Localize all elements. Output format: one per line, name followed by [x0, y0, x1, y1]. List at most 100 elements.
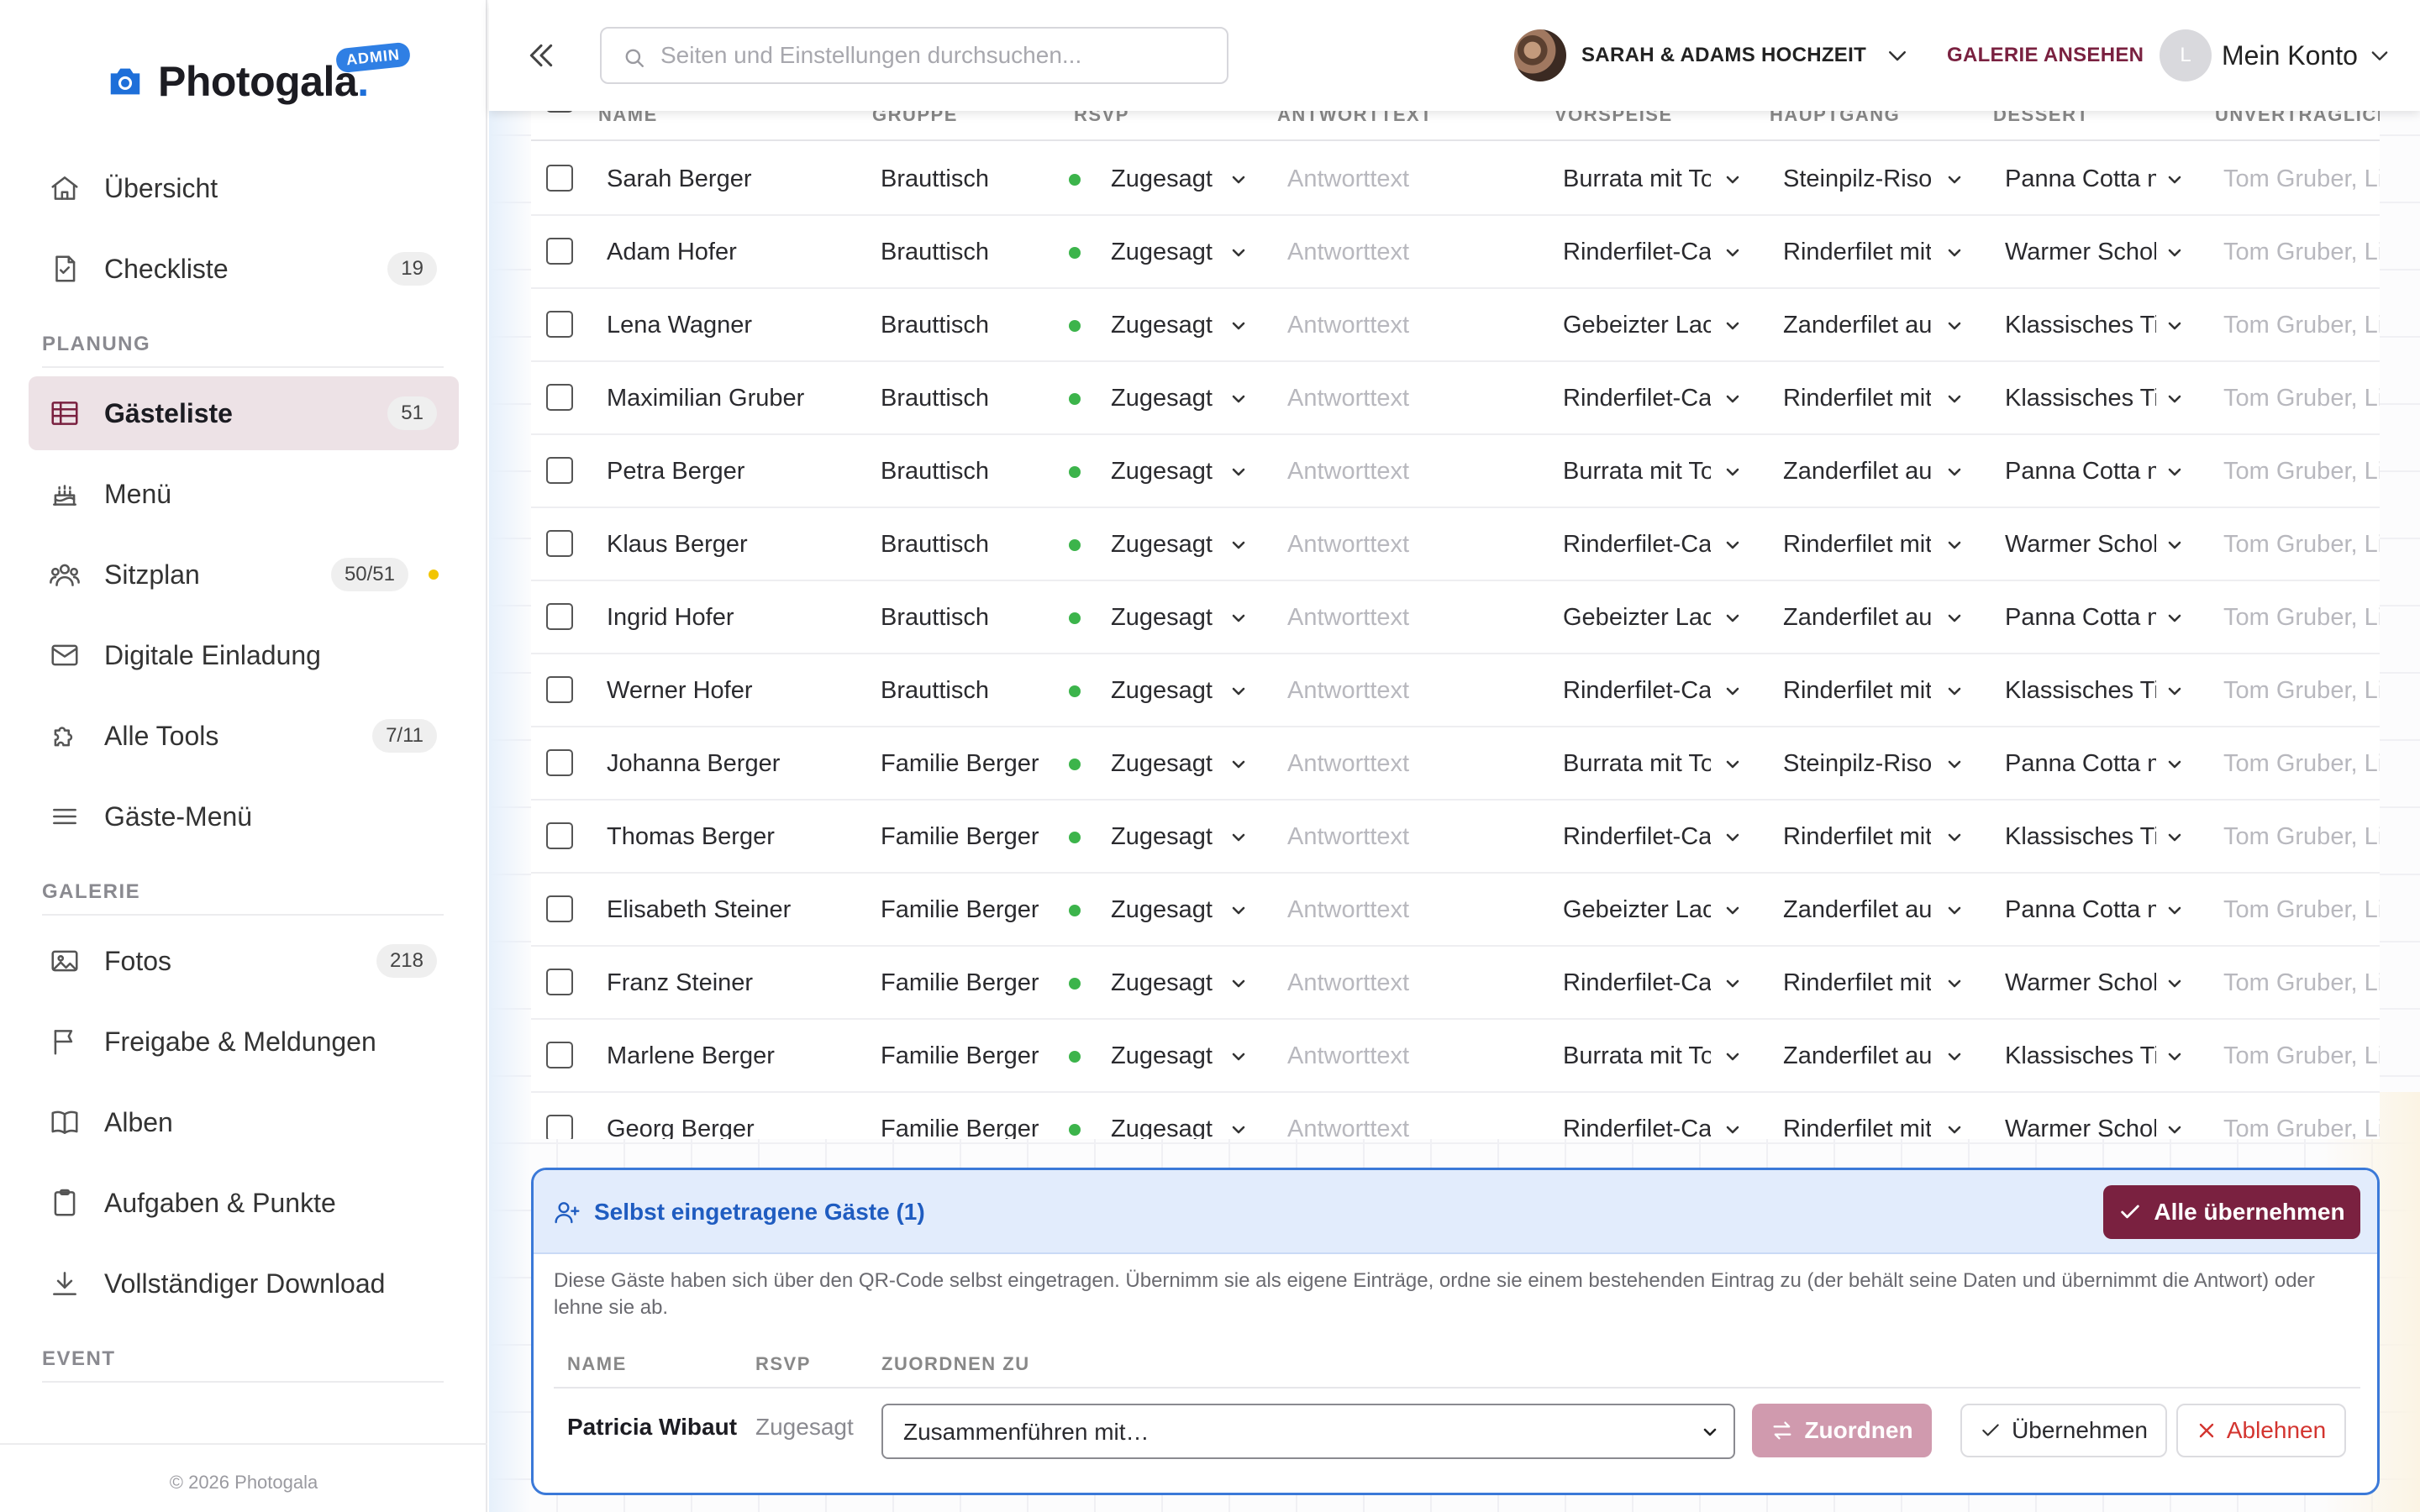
- answer-text-input[interactable]: Antworttext: [1287, 143, 1523, 216]
- intolerances-cell[interactable]: Tom Gruber, Lis: [2223, 874, 2380, 947]
- dessert-select[interactable]: Klassisches Ti: [2005, 654, 2156, 727]
- table-row[interactable]: Klaus Berger Brauttisch Zugesagt Antworttex…: [531, 508, 2380, 581]
- merge-with-select[interactable]: Zusammenführen mit…: [881, 1404, 1735, 1459]
- rsvp-select[interactable]: Zugesagt: [1111, 435, 1220, 508]
- brand-logo[interactable]: Photogala. ADMIN: [106, 41, 412, 106]
- row-checkbox[interactable]: [546, 1115, 573, 1139]
- intolerances-cell[interactable]: Tom Gruber, Lis: [2223, 581, 2380, 654]
- starter-select[interactable]: Rinderfilet-Car: [1563, 1093, 1711, 1139]
- main-course-select[interactable]: Rinderfilet mit: [1783, 362, 1931, 435]
- row-checkbox[interactable]: [546, 457, 573, 484]
- row-checkbox[interactable]: [546, 822, 573, 849]
- answer-text-input[interactable]: Antworttext: [1287, 801, 1523, 874]
- row-checkbox[interactable]: [546, 384, 573, 411]
- starter-select[interactable]: Burrata mit To: [1563, 143, 1711, 216]
- row-checkbox[interactable]: [546, 530, 573, 557]
- reject-guest-button[interactable]: Ablehnen: [2176, 1404, 2346, 1457]
- dessert-select[interactable]: Warmer Schok: [2005, 1093, 2156, 1139]
- table-row[interactable]: Elisabeth Steiner Familie Berger Zugesagt A…: [531, 874, 2380, 947]
- starter-select[interactable]: Gebeizter Lacl: [1563, 874, 1711, 947]
- sidebar-item-übersicht[interactable]: Übersicht: [29, 151, 459, 225]
- main-course-select[interactable]: Rinderfilet mit: [1783, 947, 1931, 1020]
- starter-select[interactable]: Rinderfilet-Car: [1563, 508, 1711, 581]
- main-course-select[interactable]: Zanderfilet aut: [1783, 289, 1931, 362]
- sidebar-item-alle-tools[interactable]: Alle Tools 7/11: [29, 699, 459, 773]
- starter-select[interactable]: Rinderfilet-Car: [1563, 362, 1711, 435]
- table-row[interactable]: Lena Wagner Brauttisch Zugesagt Antworttext…: [531, 289, 2380, 362]
- rsvp-select[interactable]: Zugesagt: [1111, 362, 1220, 435]
- dessert-select[interactable]: Panna Cotta m: [2005, 727, 2156, 801]
- rsvp-select[interactable]: Zugesagt: [1111, 1020, 1220, 1093]
- answer-text-input[interactable]: Antworttext: [1287, 216, 1523, 289]
- table-row[interactable]: Adam Hofer Brauttisch Zugesagt Antworttext R…: [531, 216, 2380, 289]
- dessert-select[interactable]: Panna Cotta m: [2005, 874, 2156, 947]
- answer-text-input[interactable]: Antworttext: [1287, 362, 1523, 435]
- sidebar-item-gäste-menü[interactable]: Gäste-Menü: [29, 780, 459, 853]
- main-course-select[interactable]: Steinpilz-Risot: [1783, 727, 1931, 801]
- event-switcher[interactable]: SARAH & ADAMS HOCHZEIT: [1514, 29, 1910, 82]
- starter-select[interactable]: Rinderfilet-Car: [1563, 654, 1711, 727]
- answer-text-input[interactable]: Antworttext: [1287, 1093, 1523, 1139]
- intolerances-cell[interactable]: Tom Gruber, Lis: [2223, 654, 2380, 727]
- row-checkbox[interactable]: [546, 311, 573, 338]
- table-row[interactable]: Sarah Berger Brauttisch Zugesagt Antworttex…: [531, 143, 2380, 216]
- intolerances-cell[interactable]: Tom Gruber, Lis: [2223, 289, 2380, 362]
- intolerances-cell[interactable]: Tom Gruber, Lis: [2223, 727, 2380, 801]
- main-course-select[interactable]: Zanderfilet aut: [1783, 435, 1931, 508]
- rsvp-select[interactable]: Zugesagt: [1111, 508, 1220, 581]
- starter-select[interactable]: Rinderfilet-Car: [1563, 947, 1711, 1020]
- intolerances-cell[interactable]: Tom Gruber, Lis: [2223, 362, 2380, 435]
- dessert-select[interactable]: Klassisches Ti: [2005, 289, 2156, 362]
- accept-all-button[interactable]: Alle übernehmen: [2103, 1185, 2360, 1239]
- starter-select[interactable]: Gebeizter Lacl: [1563, 581, 1711, 654]
- sidebar-item-freigabe-meldungen[interactable]: Freigabe & Meldungen: [29, 1005, 459, 1079]
- main-course-select[interactable]: Zanderfilet aut: [1783, 1020, 1931, 1093]
- row-checkbox[interactable]: [546, 603, 573, 630]
- dessert-select[interactable]: Klassisches Ti: [2005, 1020, 2156, 1093]
- dessert-select[interactable]: Klassisches Ti: [2005, 801, 2156, 874]
- main-course-select[interactable]: Rinderfilet mit: [1783, 654, 1931, 727]
- starter-select[interactable]: Burrata mit To: [1563, 727, 1711, 801]
- row-checkbox[interactable]: [546, 969, 573, 995]
- intolerances-cell[interactable]: Tom Gruber, Lis: [2223, 143, 2380, 216]
- accept-guest-button[interactable]: Übernehmen: [1960, 1404, 2167, 1457]
- intolerances-cell[interactable]: Tom Gruber, Lis: [2223, 435, 2380, 508]
- dessert-select[interactable]: Panna Cotta m: [2005, 581, 2156, 654]
- search-input[interactable]: [660, 39, 1215, 72]
- account-menu[interactable]: L Mein Konto: [2160, 29, 2391, 82]
- main-course-select[interactable]: Rinderfilet mit: [1783, 801, 1931, 874]
- answer-text-input[interactable]: Antworttext: [1287, 581, 1523, 654]
- main-course-select[interactable]: Rinderfilet mit: [1783, 1093, 1931, 1139]
- intolerances-cell[interactable]: Tom Gruber, Lis: [2223, 216, 2380, 289]
- row-checkbox[interactable]: [546, 895, 573, 922]
- dessert-select[interactable]: Warmer Schok: [2005, 216, 2156, 289]
- dessert-select[interactable]: Panna Cotta m: [2005, 143, 2156, 216]
- rsvp-select[interactable]: Zugesagt: [1111, 289, 1220, 362]
- table-row[interactable]: Marlene Berger Familie Berger Zugesagt Antw…: [531, 1020, 2380, 1093]
- starter-select[interactable]: Rinderfilet-Car: [1563, 801, 1711, 874]
- dessert-select[interactable]: Klassisches Ti: [2005, 362, 2156, 435]
- answer-text-input[interactable]: Antworttext: [1287, 435, 1523, 508]
- starter-select[interactable]: Gebeizter Lacl: [1563, 289, 1711, 362]
- view-gallery-link[interactable]: GALERIE ANSEHEN: [1947, 44, 2144, 67]
- rsvp-select[interactable]: Zugesagt: [1111, 143, 1220, 216]
- intolerances-cell[interactable]: Tom Gruber, Lis: [2223, 947, 2380, 1020]
- answer-text-input[interactable]: Antworttext: [1287, 727, 1523, 801]
- search-field[interactable]: [600, 27, 1228, 84]
- assign-button[interactable]: Zuordnen: [1752, 1404, 1932, 1457]
- sidebar-item-alben[interactable]: Alben: [29, 1085, 459, 1159]
- table-row[interactable]: Werner Hofer Brauttisch Zugesagt Antworttex…: [531, 654, 2380, 727]
- answer-text-input[interactable]: Antworttext: [1287, 1020, 1523, 1093]
- sidebar-item-vollständiger-download[interactable]: Vollständiger Download: [29, 1247, 459, 1320]
- rsvp-select[interactable]: Zugesagt: [1111, 874, 1220, 947]
- answer-text-input[interactable]: Antworttext: [1287, 508, 1523, 581]
- sidebar-item-digitale-einladung[interactable]: Digitale Einladung: [29, 618, 459, 692]
- dessert-select[interactable]: Warmer Schok: [2005, 508, 2156, 581]
- sidebar-item-menü[interactable]: Menü: [29, 457, 459, 531]
- answer-text-input[interactable]: Antworttext: [1287, 874, 1523, 947]
- sidebar-item-fotos[interactable]: Fotos 218: [29, 924, 459, 998]
- row-checkbox[interactable]: [546, 1042, 573, 1068]
- table-row[interactable]: Maximilian Gruber Brauttisch Zugesagt Antwo…: [531, 362, 2380, 435]
- rsvp-select[interactable]: Zugesagt: [1111, 581, 1220, 654]
- intolerances-cell[interactable]: Tom Gruber, Lis: [2223, 508, 2380, 581]
